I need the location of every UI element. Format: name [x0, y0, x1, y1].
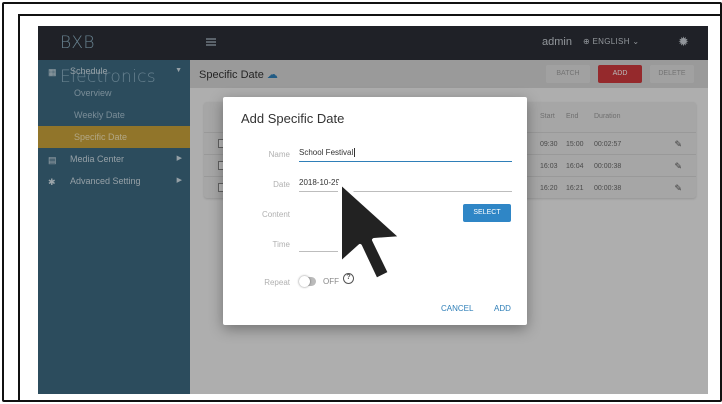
dialog-title: Add Specific Date	[241, 111, 345, 126]
mouse-pointer-icon	[338, 180, 404, 282]
content-label: Content	[261, 210, 290, 219]
name-input[interactable]: School Festival	[299, 146, 512, 162]
time-label: Time	[272, 240, 290, 249]
select-content-button[interactable]: SELECT	[463, 204, 511, 222]
repeat-toggle[interactable]	[299, 276, 316, 287]
app-window: BXB Electronics ▦ Schedule ▼ Overview Wee…	[38, 26, 708, 394]
callout-frame: BXB Electronics ▦ Schedule ▼ Overview Wee…	[0, 0, 722, 404]
name-value: School Festival	[299, 148, 354, 157]
dialog-add-button[interactable]: ADD	[494, 304, 511, 313]
cancel-button[interactable]: CANCEL	[441, 304, 473, 313]
name-label: Name	[268, 150, 290, 159]
repeat-label: Repeat	[264, 278, 290, 287]
date-label: Date	[273, 180, 290, 189]
